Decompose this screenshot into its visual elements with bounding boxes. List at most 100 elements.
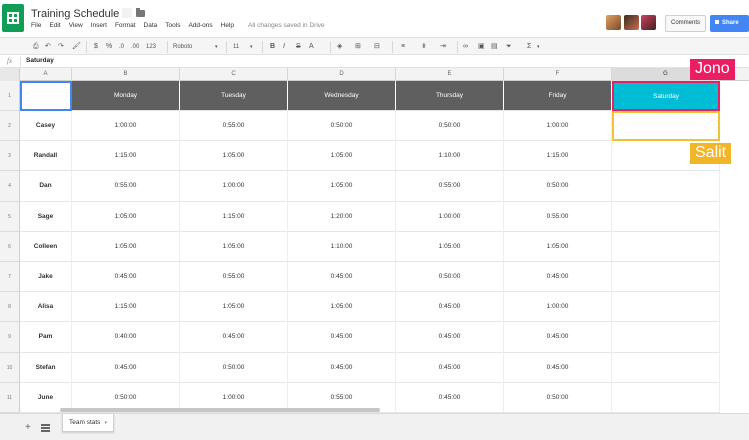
column-header-d[interactable]: D	[288, 68, 396, 81]
star-icon[interactable]	[122, 8, 132, 18]
time-cell[interactable]: 1:10:00	[396, 141, 504, 172]
row-header-4[interactable]: 4	[0, 171, 20, 202]
column-header-e[interactable]: E	[396, 68, 504, 81]
row-header-8[interactable]: 8	[0, 292, 20, 323]
time-cell[interactable]: 0:50:00	[504, 382, 612, 413]
time-cell[interactable]: 1:00:00	[504, 111, 612, 142]
formula-input[interactable]: Saturday	[26, 57, 54, 64]
chevron-down-icon[interactable]: ▾	[537, 41, 540, 53]
time-cell[interactable]: 1:00:00	[180, 171, 288, 202]
menu-file[interactable]: File	[31, 22, 41, 29]
valign-icon[interactable]: ⇟	[421, 41, 427, 53]
time-cell[interactable]: 0:55:00	[396, 171, 504, 202]
time-cell[interactable]: 1:05:00	[288, 141, 396, 172]
trainee-name-cell[interactable]: Colleen	[20, 231, 72, 262]
menu-insert[interactable]: Insert	[91, 22, 107, 29]
menu-edit[interactable]: Edit	[49, 22, 60, 29]
row-header-9[interactable]: 9	[0, 322, 20, 353]
filter-icon[interactable]: ⏷	[506, 41, 512, 53]
time-cell[interactable]: 0:45:00	[396, 322, 504, 353]
merge-icon[interactable]: ⊟	[374, 41, 380, 53]
time-cell[interactable]: 1:05:00	[180, 231, 288, 262]
time-cell[interactable]	[612, 231, 720, 262]
menu-addons[interactable]: Add-ons	[188, 22, 212, 29]
time-cell[interactable]	[612, 382, 720, 413]
time-cell[interactable]: 0:55:00	[72, 171, 180, 202]
time-cell[interactable]: 1:20:00	[288, 201, 396, 232]
menu-view[interactable]: View	[69, 22, 83, 29]
header-cell[interactable]: Friday	[504, 81, 612, 111]
select-all-corner[interactable]	[0, 68, 20, 81]
increase-decimals-button[interactable]: .00	[131, 41, 139, 53]
menu-format[interactable]: Format	[115, 22, 136, 29]
time-cell[interactable]	[612, 322, 720, 353]
comments-button[interactable]: Comments	[665, 15, 706, 32]
document-title[interactable]: Training Schedule	[31, 8, 119, 20]
undo-icon[interactable]: ↶	[45, 41, 51, 53]
decrease-decimals-button[interactable]: .0	[119, 41, 124, 53]
time-cell[interactable]: 1:05:00	[72, 201, 180, 232]
strikethrough-button[interactable]: S	[296, 41, 301, 53]
chart-icon[interactable]: ▤	[491, 41, 498, 53]
bold-button[interactable]: B	[270, 41, 275, 53]
print-icon[interactable]: ⎙	[33, 41, 39, 53]
time-cell[interactable]: 0:50:00	[396, 111, 504, 142]
row-header-1[interactable]: 1	[0, 81, 20, 111]
time-cell[interactable]: 0:40:00	[72, 322, 180, 353]
avatar[interactable]	[624, 15, 639, 30]
align-icon[interactable]: ≡	[401, 41, 405, 53]
time-cell[interactable]: 0:50:00	[396, 262, 504, 293]
column-header-a[interactable]: A	[20, 68, 72, 81]
row-header-5[interactable]: 5	[0, 201, 20, 232]
time-cell[interactable]: 0:45:00	[396, 382, 504, 413]
time-cell[interactable]: 0:45:00	[72, 352, 180, 383]
row-header-3[interactable]: 3	[0, 141, 20, 172]
time-cell[interactable]: 1:05:00	[288, 171, 396, 202]
save-status[interactable]: All changes saved in Drive	[248, 22, 325, 29]
wrap-icon[interactable]: ⇥	[440, 41, 446, 53]
time-cell[interactable]: 0:45:00	[288, 322, 396, 353]
time-cell[interactable]: 0:55:00	[180, 111, 288, 142]
header-cell[interactable]: Wednesday	[288, 81, 396, 111]
time-cell[interactable]: 1:15:00	[72, 141, 180, 172]
cell-a1[interactable]	[20, 81, 72, 111]
chevron-down-icon[interactable]: ▾	[104, 420, 107, 426]
time-cell[interactable]: 0:50:00	[288, 111, 396, 142]
trainee-name-cell[interactable]: Pam	[20, 322, 72, 353]
time-cell[interactable]: 0:45:00	[396, 352, 504, 383]
paint-format-icon[interactable]: 🖌	[72, 41, 81, 53]
time-cell[interactable]	[612, 171, 720, 202]
row-header-11[interactable]: 11	[0, 382, 20, 413]
time-cell[interactable]: 1:05:00	[396, 231, 504, 262]
trainee-name-cell[interactable]: Casey	[20, 111, 72, 142]
time-cell[interactable]: 0:45:00	[72, 262, 180, 293]
time-cell[interactable]: 0:50:00	[180, 352, 288, 383]
redo-icon[interactable]: ↷	[58, 41, 64, 53]
sheet-tab-team-stats[interactable]: Team stats ▾	[62, 414, 114, 432]
fill-color-icon[interactable]: ◈	[337, 41, 342, 53]
trainee-name-cell[interactable]: Dan	[20, 171, 72, 202]
time-cell[interactable]: 0:50:00	[504, 171, 612, 202]
trainee-name-cell[interactable]: Sage	[20, 201, 72, 232]
header-cell[interactable]: Monday	[72, 81, 180, 111]
time-cell[interactable]: 1:05:00	[180, 141, 288, 172]
time-cell[interactable]: 0:45:00	[504, 322, 612, 353]
time-cell[interactable]: 1:10:00	[288, 231, 396, 262]
menu-help[interactable]: Help	[221, 22, 234, 29]
percent-format-button[interactable]: %	[106, 41, 112, 53]
time-cell[interactable]	[612, 352, 720, 383]
time-cell[interactable]: 0:45:00	[396, 292, 504, 323]
time-cell[interactable]	[612, 262, 720, 293]
time-cell[interactable]: 1:15:00	[504, 141, 612, 172]
time-cell[interactable]: 0:55:00	[504, 201, 612, 232]
chevron-down-icon[interactable]: ▾	[215, 41, 218, 53]
time-cell[interactable]: 1:00:00	[72, 111, 180, 142]
header-cell[interactable]: Tuesday	[180, 81, 288, 111]
link-icon[interactable]: ∞	[463, 41, 468, 53]
chevron-down-icon[interactable]: ▾	[250, 41, 253, 53]
time-cell[interactable]: 1:15:00	[180, 201, 288, 232]
currency-format-button[interactable]: $	[94, 41, 98, 53]
menu-data[interactable]: Data	[144, 22, 158, 29]
row-header-7[interactable]: 7	[0, 262, 20, 293]
row-header-6[interactable]: 6	[0, 231, 20, 262]
